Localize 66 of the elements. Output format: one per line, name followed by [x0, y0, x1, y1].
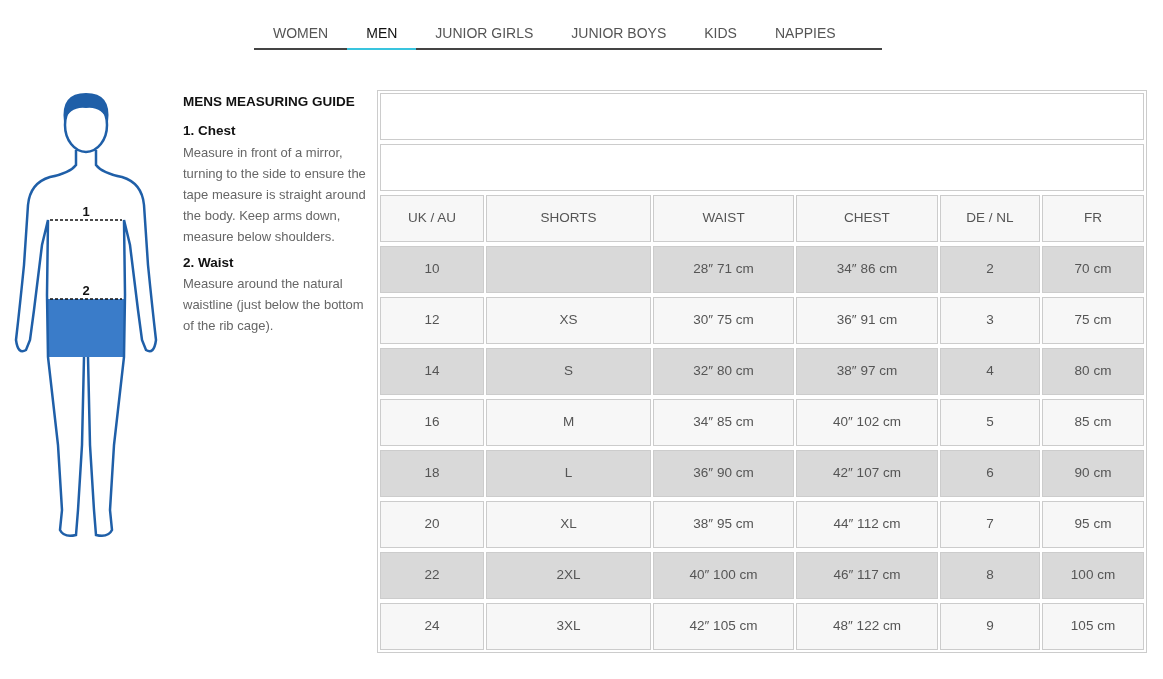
table-cell: 38″ 97 cm — [796, 348, 938, 395]
table-cell: 95 cm — [1042, 501, 1144, 548]
table-cell: 40″ 102 cm — [796, 399, 938, 446]
table-cell: 7 — [940, 501, 1040, 548]
table-cell: 36″ 90 cm — [653, 450, 794, 497]
table-cell: 12 — [380, 297, 484, 344]
table-cell: L — [486, 450, 651, 497]
table-cell: 9 — [940, 603, 1040, 650]
table-cell: 70 cm — [1042, 246, 1144, 293]
table-cell: 28″ 71 cm — [653, 246, 794, 293]
table-cell: 22 — [380, 552, 484, 599]
table-cell: 8 — [940, 552, 1040, 599]
table-cell: 2 — [940, 246, 1040, 293]
column-header: FR — [1042, 195, 1144, 242]
table-cell: XS — [486, 297, 651, 344]
table-cell: M — [486, 399, 651, 446]
table-cell: 20 — [380, 501, 484, 548]
category-tab[interactable]: JUNIOR GIRLS — [416, 14, 553, 50]
table-cell: 100 cm — [1042, 552, 1144, 599]
table-cell: 90 cm — [1042, 450, 1144, 497]
table-cell: 40″ 100 cm — [653, 552, 794, 599]
table-cell: XL — [486, 501, 651, 548]
column-header: WAIST — [653, 195, 794, 242]
category-tab[interactable]: JUNIOR BOYS — [552, 14, 686, 50]
table-cell: S — [486, 348, 651, 395]
table-cell: 44″ 112 cm — [796, 501, 938, 548]
table-cell: 4 — [940, 348, 1040, 395]
table-cell: 5 — [940, 399, 1040, 446]
table-cell: 16 — [380, 399, 484, 446]
table-cell: 6 — [940, 450, 1040, 497]
category-tab[interactable]: WOMEN — [254, 14, 348, 50]
measure-number: 1 — [82, 204, 90, 219]
table-cell: 36″ 91 cm — [796, 297, 938, 344]
section-heading: 2. Waist — [183, 253, 235, 272]
table-cell: 42″ 105 cm — [653, 603, 794, 650]
table-cell: 14 — [380, 348, 484, 395]
table-cell: 46″ 117 cm — [796, 552, 938, 599]
section-text: Measure around the natural waistline (just below the bottom of the rib cage). — [183, 274, 365, 335]
table-cell: 2XL — [486, 552, 651, 599]
column-header: SHORTS — [486, 195, 651, 242]
table-cell: 38″ 95 cm — [653, 501, 794, 548]
table-cell: 34″ 85 cm — [653, 399, 794, 446]
category-tab[interactable]: MEN — [347, 14, 417, 50]
measure-number: 2 — [82, 283, 90, 298]
section-text: Measure in front of a mirror, turning to the side to ensure the tape measure is straight around the body. Keep arms down, measure below shoulders. — [183, 143, 367, 246]
table-cell: 3 — [940, 297, 1040, 344]
category-tab[interactable]: KIDS — [685, 14, 756, 50]
table-cell: 105 cm — [1042, 603, 1144, 650]
category-tab[interactable]: NAPPIES — [755, 14, 855, 50]
table-cell: 80 cm — [1042, 348, 1144, 395]
column-header: CHEST — [796, 195, 938, 242]
table-cell: 3XL — [486, 603, 651, 650]
table-cell: 18 — [380, 450, 484, 497]
table-cell: 34″ 86 cm — [796, 246, 938, 293]
table-cell: 42″ 107 cm — [796, 450, 938, 497]
table-cell: 75 cm — [1042, 297, 1144, 344]
table-cell: 30″ 75 cm — [653, 297, 794, 344]
table-cell: 32″ 80 cm — [653, 348, 794, 395]
table-cell: 24 — [380, 603, 484, 650]
column-header: DE / NL — [940, 195, 1040, 242]
section-heading: 1. Chest — [183, 122, 237, 141]
column-header: UK / AU — [380, 195, 484, 242]
guide-title: MENS MEASURING GUIDE — [183, 93, 356, 111]
table-cell: 10 — [380, 246, 484, 293]
table-cell: 48″ 122 cm — [796, 603, 938, 650]
table-cell: 85 cm — [1042, 399, 1144, 446]
